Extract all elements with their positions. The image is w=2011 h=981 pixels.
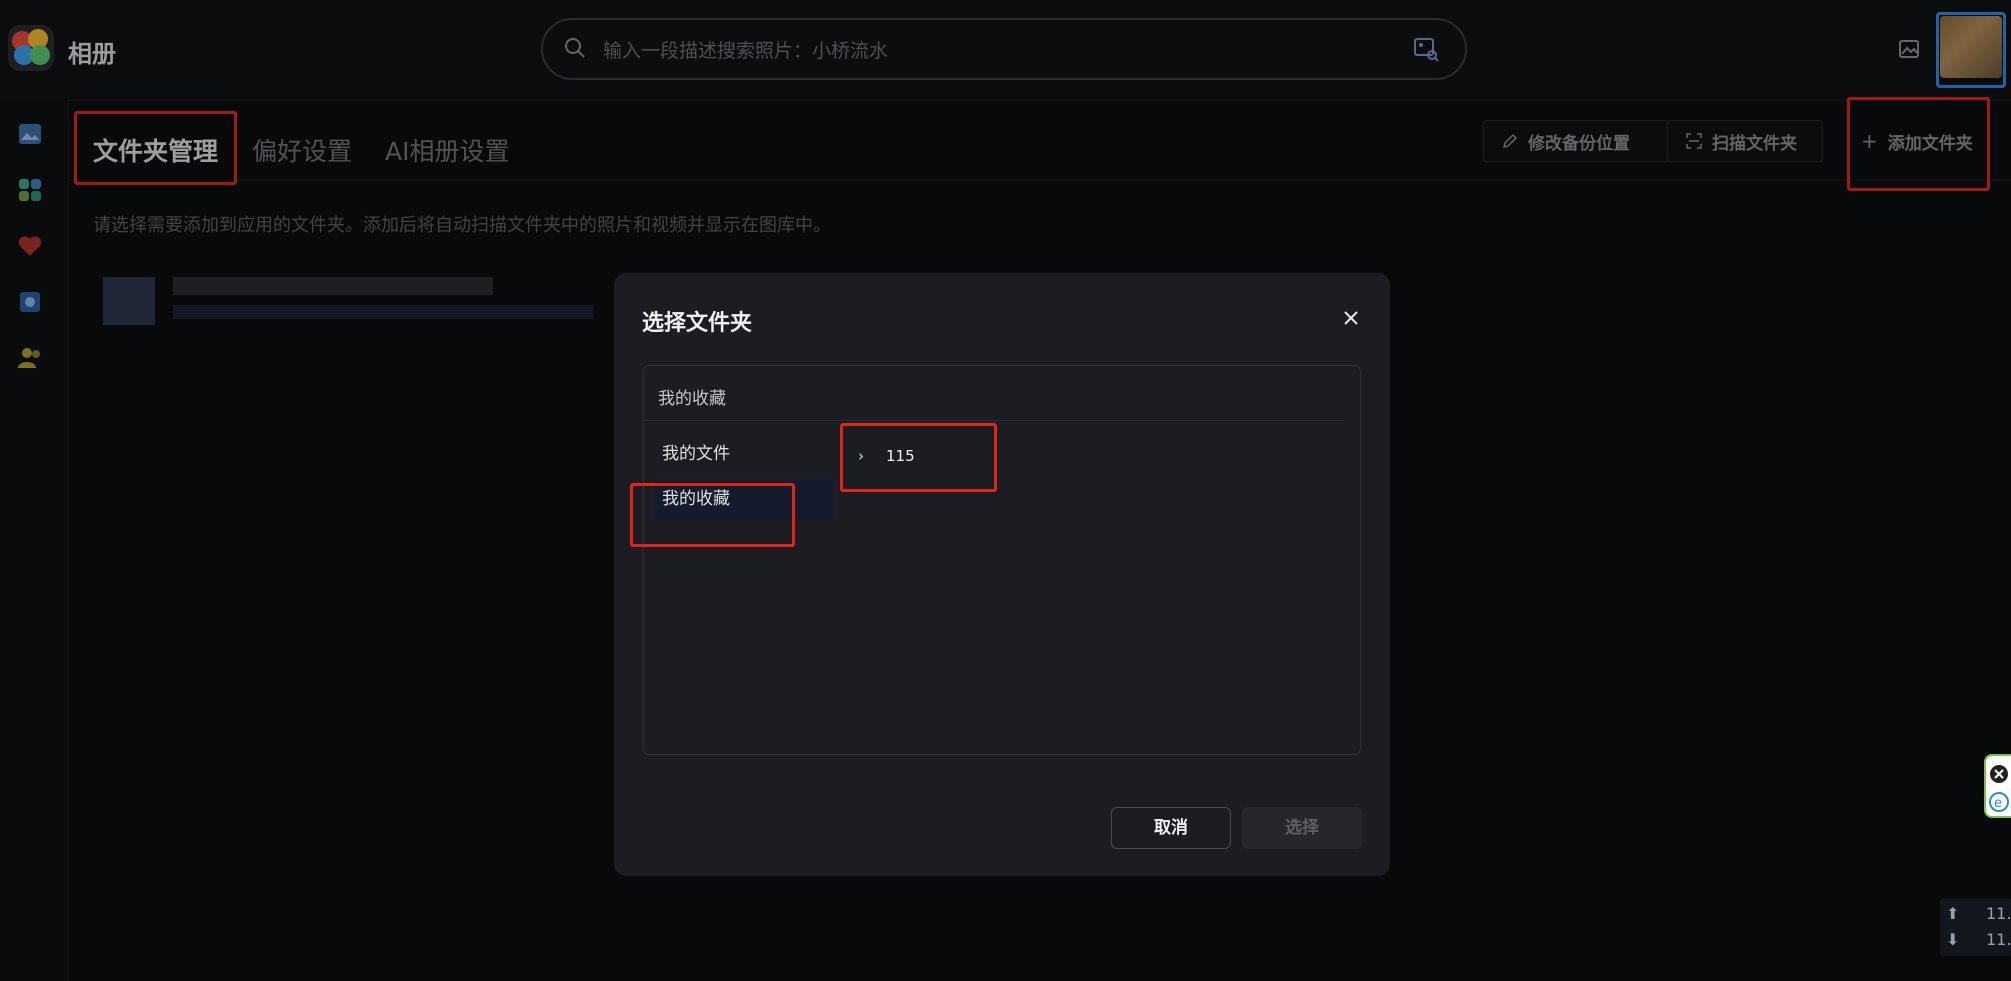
breadcrumb: 我的收藏 — [658, 389, 726, 409]
select-button[interactable]: 选择 — [1242, 807, 1362, 849]
divider — [644, 420, 1344, 421]
upload-arrow-icon: ⬆ — [1946, 904, 1960, 923]
download-speed: 11. — [1986, 930, 2011, 949]
root-my-favorites[interactable]: 我的收藏 — [654, 479, 834, 519]
close-icon[interactable] — [1342, 309, 1360, 327]
download-arrow-icon: ⬇ — [1946, 930, 1960, 949]
folder-browser: 我的收藏 我的文件 我的收藏 › 115 — [643, 365, 1361, 755]
subfolder-item[interactable]: › 115 — [858, 436, 915, 476]
svg-text:e: e — [1994, 796, 2002, 811]
cancel-button[interactable]: 取消 — [1111, 807, 1231, 849]
dialog-title: 选择文件夹 — [642, 311, 753, 336]
root-my-files[interactable]: 我的文件 — [654, 434, 834, 474]
close-circle-icon[interactable] — [1989, 764, 2009, 784]
chevron-right-icon: › — [858, 447, 864, 465]
network-speed-widget: ⬆ 11. ⬇ 11. — [1940, 898, 2011, 956]
select-folder-dialog: 选择文件夹 我的收藏 我的文件 我的收藏 › 115 取消 选择 — [614, 273, 1390, 876]
subfolder-label: 115 — [886, 447, 915, 465]
floating-widget[interactable]: e — [1984, 754, 2011, 818]
browser-e-icon[interactable]: e — [1989, 792, 2009, 812]
upload-speed: 11. — [1986, 904, 2011, 923]
